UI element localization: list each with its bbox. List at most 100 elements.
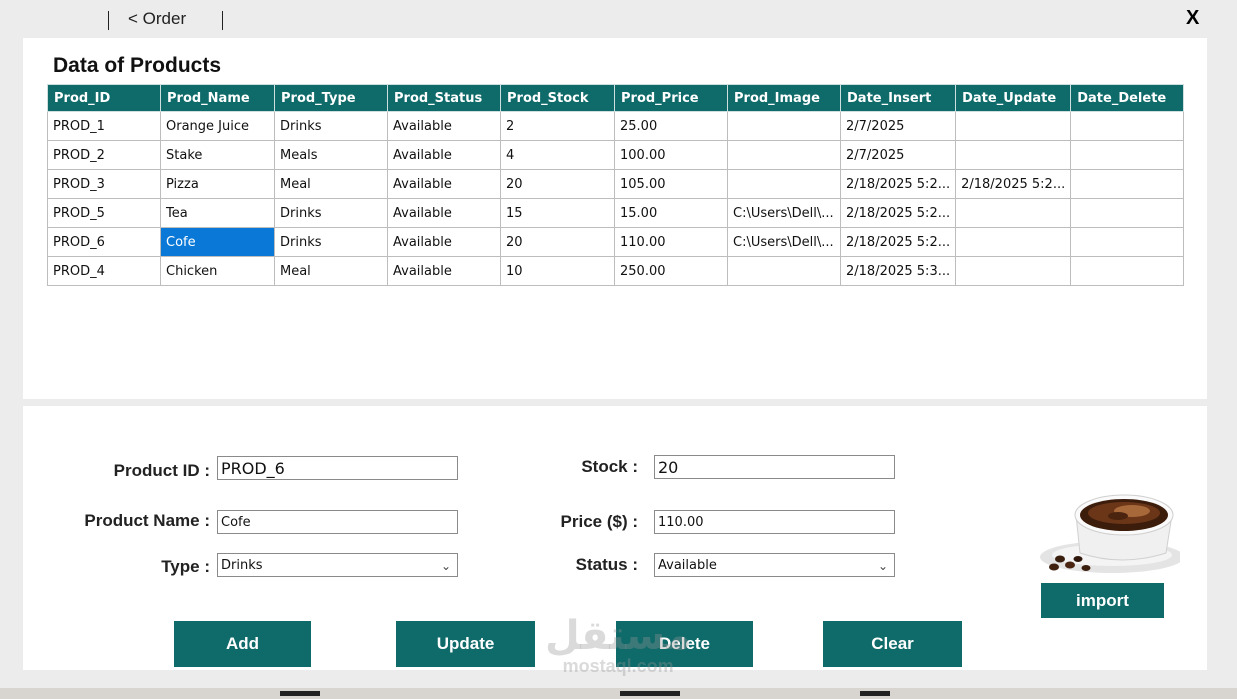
table-cell[interactable]: 15.00 bbox=[614, 198, 728, 228]
table-cell[interactable]: Available bbox=[387, 111, 501, 141]
table-cell[interactable] bbox=[727, 111, 841, 141]
table-row[interactable]: PROD_6 Cofe Drinks Available 20 110.00 C:\User… bbox=[47, 227, 1185, 257]
table-cell[interactable] bbox=[955, 227, 1072, 257]
table-cell[interactable]: C:\Users\Dell\... bbox=[727, 227, 841, 257]
table-cell[interactable] bbox=[1070, 111, 1185, 141]
table-cell[interactable]: Available bbox=[387, 227, 501, 257]
table-row[interactable]: PROD_4 Chicken Meal Available 10 250.00 2/18/2… bbox=[47, 256, 1185, 286]
column-header[interactable]: Prod_Stock bbox=[500, 84, 615, 112]
background-strip bbox=[0, 688, 1237, 699]
stock-field[interactable]: 20 bbox=[654, 455, 895, 479]
table-cell[interactable]: Pizza bbox=[160, 169, 275, 199]
table-cell[interactable] bbox=[1070, 198, 1185, 228]
table-cell[interactable]: 100.00 bbox=[614, 140, 728, 170]
table-cell[interactable]: Chicken bbox=[160, 256, 275, 286]
table-cell[interactable] bbox=[955, 140, 1072, 170]
column-header[interactable]: Prod_Name bbox=[160, 84, 275, 112]
product-name-field[interactable]: Cofe bbox=[217, 510, 458, 534]
table-cell[interactable]: 2/18/2025 5:2... bbox=[839, 227, 957, 257]
table-cell[interactable]: 20 bbox=[500, 169, 615, 199]
status-select-value: Available bbox=[658, 558, 717, 573]
table-cell[interactable]: Available bbox=[387, 140, 501, 170]
table-cell[interactable]: 2/18/2025 5:2... bbox=[839, 198, 957, 228]
table-cell[interactable]: PROD_5 bbox=[47, 198, 161, 228]
table-cell[interactable]: PROD_3 bbox=[47, 169, 161, 199]
panel-title: Data of Products bbox=[53, 54, 222, 77]
table-cell[interactable]: 105.00 bbox=[614, 169, 728, 199]
column-header[interactable]: Prod_Status bbox=[387, 84, 501, 112]
table-cell[interactable]: Meals bbox=[274, 140, 388, 170]
table-cell[interactable]: 2/7/2025 bbox=[839, 111, 957, 141]
table-cell[interactable] bbox=[955, 198, 1072, 228]
delete-button[interactable]: Delete bbox=[616, 621, 753, 667]
table-row[interactable]: PROD_1 Orange Juice Drinks Available 2 25.00 2… bbox=[47, 111, 1185, 141]
table-cell[interactable] bbox=[727, 140, 841, 170]
table-cell[interactable]: 2/18/2025 5:3... bbox=[839, 256, 957, 286]
table-cell[interactable]: 250.00 bbox=[614, 256, 728, 286]
separator bbox=[108, 11, 109, 30]
product-name-label: Product Name : bbox=[84, 511, 210, 530]
table-cell[interactable]: C:\Users\Dell\... bbox=[727, 198, 841, 228]
status-label: Status : bbox=[575, 555, 638, 574]
table-cell[interactable]: 110.00 bbox=[614, 227, 728, 257]
table-cell[interactable]: 4 bbox=[500, 140, 615, 170]
table-cell[interactable] bbox=[1070, 169, 1185, 199]
table-cell[interactable]: Orange Juice bbox=[160, 111, 275, 141]
table-cell[interactable]: Meal bbox=[274, 169, 388, 199]
column-header[interactable]: Prod_Price bbox=[614, 84, 728, 112]
update-button[interactable]: Update bbox=[396, 621, 535, 667]
close-icon[interactable]: X bbox=[1186, 7, 1199, 30]
column-header[interactable]: Prod_Type bbox=[274, 84, 388, 112]
table-cell[interactable] bbox=[727, 256, 841, 286]
product-image bbox=[1034, 475, 1180, 575]
add-button[interactable]: Add bbox=[174, 621, 311, 667]
clear-button[interactable]: Clear bbox=[823, 621, 962, 667]
table-cell[interactable] bbox=[1070, 256, 1185, 286]
table-cell[interactable]: 10 bbox=[500, 256, 615, 286]
table-row[interactable]: PROD_3 Pizza Meal Available 20 105.00 2/18/202… bbox=[47, 169, 1185, 199]
table-cell[interactable]: 2/7/2025 bbox=[839, 140, 957, 170]
table-cell[interactable]: PROD_4 bbox=[47, 256, 161, 286]
product-id-field[interactable]: PROD_6 bbox=[217, 456, 458, 480]
table-cell[interactable]: PROD_1 bbox=[47, 111, 161, 141]
table-cell[interactable] bbox=[1070, 227, 1185, 257]
table-cell[interactable]: Available bbox=[387, 198, 501, 228]
products-table[interactable]: Prod_ID Prod_Name Prod_Type Prod_Status Prod… bbox=[47, 84, 1185, 286]
table-cell[interactable]: Drinks bbox=[274, 198, 388, 228]
status-select[interactable]: Available ⌄ bbox=[654, 553, 895, 577]
table-cell[interactable]: Drinks bbox=[274, 227, 388, 257]
table-cell[interactable]: 20 bbox=[500, 227, 615, 257]
table-row[interactable]: PROD_5 Tea Drinks Available 15 15.00 C:\Users\… bbox=[47, 198, 1185, 228]
table-cell[interactable]: 2/18/2025 5:2... bbox=[839, 169, 957, 199]
table-cell[interactable]: PROD_6 bbox=[47, 227, 161, 257]
table-cell[interactable]: Available bbox=[387, 169, 501, 199]
table-cell[interactable]: PROD_2 bbox=[47, 140, 161, 170]
column-header[interactable]: Prod_Image bbox=[727, 84, 841, 112]
table-cell[interactable]: Meal bbox=[274, 256, 388, 286]
back-to-order-link[interactable]: < Order bbox=[128, 9, 186, 29]
table-cell[interactable] bbox=[955, 111, 1072, 141]
table-cell[interactable]: Stake bbox=[160, 140, 275, 170]
table-cell[interactable]: 25.00 bbox=[614, 111, 728, 141]
column-header[interactable]: Date_Insert bbox=[839, 84, 957, 112]
table-cell[interactable]: Available bbox=[387, 256, 501, 286]
table-cell[interactable]: 2/18/2025 5:2... bbox=[955, 169, 1072, 199]
table-cell[interactable]: 15 bbox=[500, 198, 615, 228]
table-cell[interactable]: Drinks bbox=[274, 111, 388, 141]
table-cell[interactable]: Cofe bbox=[160, 227, 275, 257]
table-cell[interactable] bbox=[1070, 140, 1185, 170]
column-header[interactable]: Date_Delete bbox=[1070, 84, 1185, 112]
table-row[interactable]: PROD_2 Stake Meals Available 4 100.00 2/7/2025 bbox=[47, 140, 1185, 170]
type-select[interactable]: Drinks ⌄ bbox=[217, 553, 458, 577]
type-select-value: Drinks bbox=[221, 558, 263, 573]
import-button[interactable]: import bbox=[1041, 583, 1164, 618]
type-label: Type : bbox=[161, 557, 210, 576]
column-header[interactable]: Date_Update bbox=[955, 84, 1072, 112]
table-cell[interactable]: 2 bbox=[500, 111, 615, 141]
products-panel: Data of Products Prod_ID Prod_Name Prod_Ty… bbox=[23, 38, 1207, 399]
column-header[interactable]: Prod_ID bbox=[47, 84, 161, 112]
price-field[interactable]: 110.00 bbox=[654, 510, 895, 534]
table-cell[interactable] bbox=[727, 169, 841, 199]
table-cell[interactable]: Tea bbox=[160, 198, 275, 228]
table-cell[interactable] bbox=[955, 256, 1072, 286]
